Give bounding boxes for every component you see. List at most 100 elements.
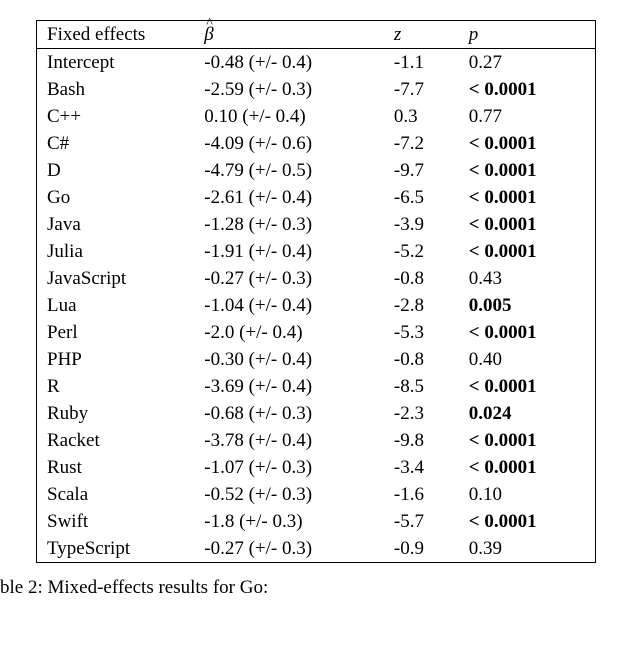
table-row: Julia-1.91 (+/- 0.4)-5.2< 0.0001 bbox=[37, 238, 596, 265]
row-p: 0.43 bbox=[459, 265, 596, 292]
row-name: D bbox=[37, 157, 195, 184]
beta-hat-accent: ^ bbox=[204, 16, 213, 32]
row-name: R bbox=[37, 373, 195, 400]
table-row: PHP-0.30 (+/- 0.4)-0.80.40 bbox=[37, 346, 596, 373]
row-beta: -0.27 (+/- 0.3) bbox=[194, 265, 384, 292]
stats-table-container: Fixed effects ^ β z p Intercept-0.48 (+/… bbox=[36, 20, 608, 563]
table-row: Java-1.28 (+/- 0.3)-3.9< 0.0001 bbox=[37, 211, 596, 238]
row-beta: -0.68 (+/- 0.3) bbox=[194, 400, 384, 427]
table-row: Go-2.61 (+/- 0.4)-6.5< 0.0001 bbox=[37, 184, 596, 211]
header-beta-hat: ^ β bbox=[194, 21, 384, 49]
table-row: Rust-1.07 (+/- 0.3)-3.4< 0.0001 bbox=[37, 454, 596, 481]
row-beta: -1.07 (+/- 0.3) bbox=[194, 454, 384, 481]
row-name: C# bbox=[37, 130, 195, 157]
table-row: JavaScript-0.27 (+/- 0.3)-0.80.43 bbox=[37, 265, 596, 292]
table-row: D-4.79 (+/- 0.5)-9.7< 0.0001 bbox=[37, 157, 596, 184]
table-caption: ble 2: Mixed-effects results for Go: bbox=[0, 577, 622, 599]
row-p: 0.27 bbox=[459, 49, 596, 77]
row-name: Rust bbox=[37, 454, 195, 481]
header-z: z bbox=[384, 21, 459, 49]
table-body: Intercept-0.48 (+/- 0.4)-1.10.27Bash-2.5… bbox=[37, 49, 596, 563]
row-name: Swift bbox=[37, 508, 195, 535]
table-row: TypeScript-0.27 (+/- 0.3)-0.90.39 bbox=[37, 535, 596, 563]
table-row: Intercept-0.48 (+/- 0.4)-1.10.27 bbox=[37, 49, 596, 77]
row-beta: -1.04 (+/- 0.4) bbox=[194, 292, 384, 319]
row-z: -9.7 bbox=[384, 157, 459, 184]
row-name: JavaScript bbox=[37, 265, 195, 292]
row-p: < 0.0001 bbox=[459, 238, 596, 265]
row-beta: -2.61 (+/- 0.4) bbox=[194, 184, 384, 211]
row-beta: -1.8 (+/- 0.3) bbox=[194, 508, 384, 535]
table-row: C++0.10 (+/- 0.4)0.30.77 bbox=[37, 103, 596, 130]
table-row: Racket-3.78 (+/- 0.4)-9.8< 0.0001 bbox=[37, 427, 596, 454]
row-beta: -3.78 (+/- 0.4) bbox=[194, 427, 384, 454]
row-name: Perl bbox=[37, 319, 195, 346]
table-row: C#-4.09 (+/- 0.6)-7.2< 0.0001 bbox=[37, 130, 596, 157]
row-z: -7.7 bbox=[384, 76, 459, 103]
row-z: -2.3 bbox=[384, 400, 459, 427]
row-beta: -1.91 (+/- 0.4) bbox=[194, 238, 384, 265]
row-beta: -2.59 (+/- 0.3) bbox=[194, 76, 384, 103]
row-name: Intercept bbox=[37, 49, 195, 77]
row-p: < 0.0001 bbox=[459, 157, 596, 184]
row-beta: -2.0 (+/- 0.4) bbox=[194, 319, 384, 346]
row-beta: -0.27 (+/- 0.3) bbox=[194, 535, 384, 563]
row-z: 0.3 bbox=[384, 103, 459, 130]
row-z: -1.1 bbox=[384, 49, 459, 77]
row-z: -8.5 bbox=[384, 373, 459, 400]
header-row: Fixed effects ^ β z p bbox=[37, 21, 596, 49]
row-name: Lua bbox=[37, 292, 195, 319]
row-z: -0.8 bbox=[384, 265, 459, 292]
row-z: -2.8 bbox=[384, 292, 459, 319]
row-name: Scala bbox=[37, 481, 195, 508]
row-z: -1.6 bbox=[384, 481, 459, 508]
row-beta: -0.52 (+/- 0.3) bbox=[194, 481, 384, 508]
table-row: Swift-1.8 (+/- 0.3)-5.7< 0.0001 bbox=[37, 508, 596, 535]
header-fixed-effects: Fixed effects bbox=[37, 21, 195, 49]
row-p: < 0.0001 bbox=[459, 211, 596, 238]
row-p: 0.39 bbox=[459, 535, 596, 563]
row-z: -5.2 bbox=[384, 238, 459, 265]
row-name: Bash bbox=[37, 76, 195, 103]
row-z: -6.5 bbox=[384, 184, 459, 211]
row-beta: -1.28 (+/- 0.3) bbox=[194, 211, 384, 238]
row-p: < 0.0001 bbox=[459, 373, 596, 400]
row-z: -0.9 bbox=[384, 535, 459, 563]
table-row: Bash-2.59 (+/- 0.3)-7.7< 0.0001 bbox=[37, 76, 596, 103]
table-row: Ruby-0.68 (+/- 0.3)-2.30.024 bbox=[37, 400, 596, 427]
row-z: -3.4 bbox=[384, 454, 459, 481]
row-p: < 0.0001 bbox=[459, 130, 596, 157]
row-z: -5.7 bbox=[384, 508, 459, 535]
stats-table: Fixed effects ^ β z p Intercept-0.48 (+/… bbox=[36, 20, 596, 563]
row-name: PHP bbox=[37, 346, 195, 373]
table-row: Perl-2.0 (+/- 0.4)-5.3< 0.0001 bbox=[37, 319, 596, 346]
row-beta: -4.09 (+/- 0.6) bbox=[194, 130, 384, 157]
row-beta: -0.30 (+/- 0.4) bbox=[194, 346, 384, 373]
row-name: Ruby bbox=[37, 400, 195, 427]
row-beta: 0.10 (+/- 0.4) bbox=[194, 103, 384, 130]
row-beta: -0.48 (+/- 0.4) bbox=[194, 49, 384, 77]
row-name: Go bbox=[37, 184, 195, 211]
row-z: -7.2 bbox=[384, 130, 459, 157]
row-z: -3.9 bbox=[384, 211, 459, 238]
header-p: p bbox=[459, 21, 596, 49]
row-name: Julia bbox=[37, 238, 195, 265]
row-p: 0.024 bbox=[459, 400, 596, 427]
row-p: < 0.0001 bbox=[459, 319, 596, 346]
row-name: TypeScript bbox=[37, 535, 195, 563]
row-p: < 0.0001 bbox=[459, 427, 596, 454]
row-z: -0.8 bbox=[384, 346, 459, 373]
row-beta: -3.69 (+/- 0.4) bbox=[194, 373, 384, 400]
table-row: Lua-1.04 (+/- 0.4)-2.80.005 bbox=[37, 292, 596, 319]
row-p: 0.40 bbox=[459, 346, 596, 373]
row-p: < 0.0001 bbox=[459, 508, 596, 535]
table-row: R-3.69 (+/- 0.4)-8.5< 0.0001 bbox=[37, 373, 596, 400]
row-p: 0.77 bbox=[459, 103, 596, 130]
row-name: C++ bbox=[37, 103, 195, 130]
row-p: < 0.0001 bbox=[459, 76, 596, 103]
row-beta: -4.79 (+/- 0.5) bbox=[194, 157, 384, 184]
row-name: Java bbox=[37, 211, 195, 238]
row-p: < 0.0001 bbox=[459, 184, 596, 211]
row-z: -5.3 bbox=[384, 319, 459, 346]
row-p: 0.005 bbox=[459, 292, 596, 319]
